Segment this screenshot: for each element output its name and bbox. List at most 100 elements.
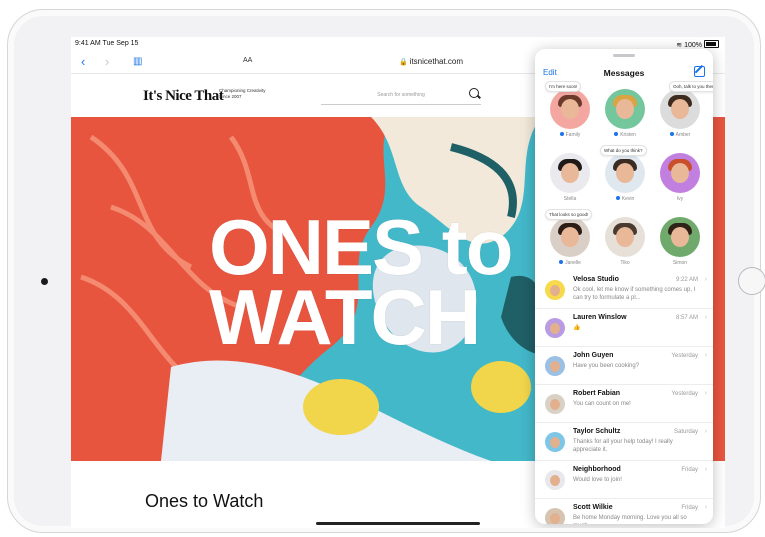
message-preview: You can count on me! — [573, 401, 631, 407]
contact-name: Velosa Studio — [573, 276, 619, 283]
book-icon[interactable]: ▥ — [133, 56, 142, 67]
avatar-face — [561, 99, 579, 119]
chevron-right-icon: › — [704, 352, 707, 359]
avatar — [545, 356, 565, 376]
unread-dot — [559, 132, 564, 136]
avatar-face — [616, 227, 634, 247]
unread-dot — [614, 132, 619, 136]
avatar — [545, 394, 565, 414]
message-time: Yesterday — [671, 353, 698, 359]
pinned-name: Janelle — [541, 260, 599, 266]
lock-icon: 🔒 — [398, 59, 408, 66]
home-indicator[interactable] — [316, 522, 480, 525]
avatar-face — [671, 163, 689, 183]
unread-dot — [559, 260, 564, 264]
avatar — [605, 89, 645, 129]
avatar-face — [550, 361, 560, 372]
message-preview: Ok cool, let me know if something comes … — [573, 287, 696, 301]
slide-over-grabber[interactable] — [613, 54, 635, 57]
status-date: Tue Sep 15 — [102, 40, 139, 47]
chevron-right-icon: › — [704, 466, 707, 473]
avatar — [605, 153, 645, 193]
typing-bubble: That looks so good! — [545, 209, 593, 220]
chevron-right-icon: › — [704, 504, 707, 511]
chevron-right-icon: › — [704, 314, 707, 321]
chevron-right-icon: › — [704, 428, 707, 435]
ipad-frame: 9:41 AM Tue Sep 15 ≋ 100% ‹ › ▥ AA 🔒 itsn… — [7, 9, 765, 533]
conversation-row[interactable]: Lauren Winslow 8:57 AM › 👍 — [535, 309, 713, 347]
chevron-left-icon[interactable]: ‹ — [81, 54, 85, 69]
pinned-name: Amber — [651, 132, 709, 138]
conversation-row[interactable]: Velosa Studio 9:22 AM › Ok cool, let me kno… — [535, 271, 713, 309]
article-title[interactable]: Ones to Watch — [145, 491, 263, 512]
contact-name: Taylor Schultz — [573, 428, 621, 435]
avatar — [605, 217, 645, 257]
pinned-contact[interactable]: Amber — [651, 89, 709, 153]
message-preview: Thanks for all your help today! I really… — [573, 439, 673, 453]
avatar — [660, 153, 700, 193]
avatar-face — [550, 323, 560, 334]
avatar — [660, 217, 700, 257]
status-time: 9:41 AM — [75, 40, 101, 47]
message-time: 8:57 AM — [675, 315, 698, 321]
contact-name: Lauren Winslow — [573, 314, 627, 321]
avatar-face — [550, 475, 560, 486]
chevron-right-icon[interactable]: › — [105, 54, 109, 69]
pinned-name: Stella — [563, 196, 577, 202]
avatar-face — [550, 513, 560, 524]
site-logo[interactable]: It's Nice That — [143, 88, 224, 105]
message-time: Yesterday — [671, 391, 698, 397]
pinned-contact[interactable]: Family — [541, 89, 599, 153]
pinned-contact[interactable]: Kristen — [596, 89, 654, 153]
avatar-face — [616, 99, 634, 119]
chevron-right-icon: › — [704, 276, 707, 283]
battery-icon — [704, 40, 719, 48]
url-text: itsnicethat.com — [409, 57, 464, 66]
message-preview: Be home Monday morning. Love you all so … — [573, 515, 687, 524]
avatar-face — [671, 227, 689, 247]
contact-name: Neighborhood — [573, 466, 621, 473]
conversation-row[interactable]: Taylor Schultz Saturday › Thanks for all yo… — [535, 423, 713, 461]
avatar-face — [561, 163, 579, 183]
pinned-contact[interactable]: Stella — [541, 153, 599, 217]
message-preview: Would love to join! — [573, 477, 622, 483]
messages-slide-over[interactable]: Edit Messages Family I'm here soon! Kriste… — [535, 49, 713, 524]
message-time: Saturday — [673, 429, 698, 435]
message-time: 9:22 AM — [675, 277, 698, 283]
pinned-name: Tiko — [620, 260, 630, 266]
avatar — [545, 280, 565, 300]
avatar — [550, 89, 590, 129]
avatar — [550, 153, 590, 193]
message-preview: 👍 — [573, 325, 581, 331]
typing-bubble: Ooh, talk to you then! — [669, 81, 713, 92]
conversation-row[interactable]: Neighborhood Friday › Would love to join! — [535, 461, 713, 499]
avatar-face — [550, 437, 560, 448]
contact-name: John Guyen — [573, 352, 614, 359]
compose-icon[interactable] — [694, 66, 705, 77]
search-icon[interactable] — [469, 88, 479, 98]
conversation-row[interactable]: Scott Wilkie Friday › Be home Monday mornin… — [535, 499, 713, 524]
unread-dot — [615, 196, 620, 200]
conversation-row[interactable]: Robert Fabian Yesterday › You can count on … — [535, 385, 713, 423]
avatar — [545, 318, 565, 338]
avatar-face — [550, 285, 560, 296]
typing-bubble: What do you think? — [600, 145, 647, 156]
front-camera — [41, 278, 48, 285]
avatar — [660, 89, 700, 129]
site-search-input[interactable]: Search for something — [321, 86, 481, 105]
conversation-row[interactable]: John Guyen Yesterday › Have you been cookin… — [535, 347, 713, 385]
message-time: Friday — [681, 505, 698, 511]
contact-name: Scott Wilkie — [573, 504, 613, 511]
home-button[interactable] — [738, 267, 765, 295]
pinned-contact[interactable]: Ivy — [651, 153, 709, 217]
battery-percent: 100% — [684, 42, 702, 49]
wifi-icon: ≋ — [676, 42, 683, 49]
avatar — [545, 508, 565, 524]
message-time: Friday — [681, 467, 698, 473]
pinned-contact[interactable]: Kevin — [596, 153, 654, 217]
avatar-face — [671, 99, 689, 119]
conversation-list: Velosa Studio 9:22 AM › Ok cool, let me kno… — [535, 271, 713, 524]
avatar — [545, 432, 565, 452]
pinned-name: Kevin — [596, 196, 654, 202]
hero-title: ONES to WATCH — [209, 203, 513, 361]
